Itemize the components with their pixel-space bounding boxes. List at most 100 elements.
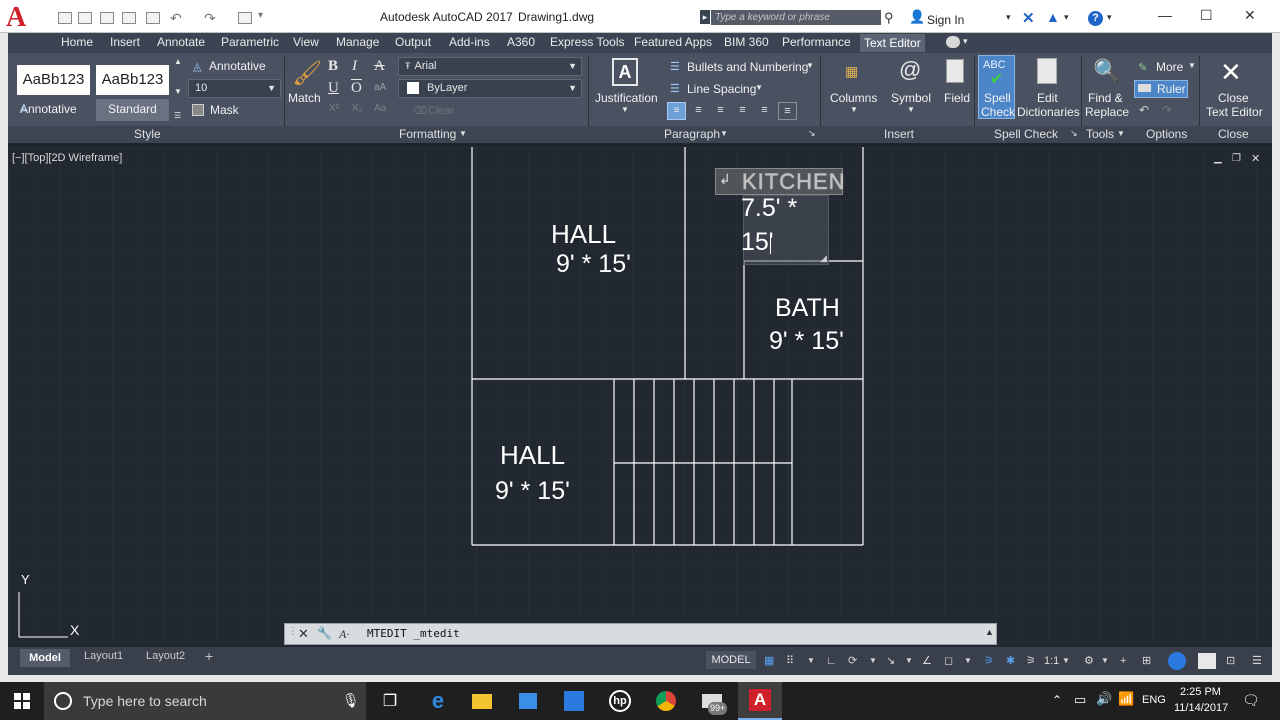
strikethrough-button[interactable]: A	[374, 58, 385, 75]
room-label-hall-bottom[interactable]: HALL	[500, 440, 565, 471]
tab-a360[interactable]: A360	[507, 35, 535, 51]
viewport-restore-icon[interactable]: ❐	[1232, 153, 1241, 164]
customization-menu-icon[interactable]: ☰	[1252, 651, 1262, 671]
clock-time[interactable]: 2:25 PM	[1180, 686, 1221, 698]
redo-icon[interactable]: ↷	[1162, 103, 1172, 117]
line-spacing-button[interactable]: Line Spacing	[687, 82, 756, 96]
find-replace-button[interactable]: Find &	[1088, 91, 1123, 105]
mtext-line-2[interactable]: 15'	[741, 228, 774, 257]
autocad-logo-icon[interactable]: A	[6, 4, 42, 32]
object-snap-tracking-icon[interactable]: ∠	[922, 651, 932, 671]
maximize-button[interactable]: ☐	[1200, 7, 1213, 24]
units-icon[interactable]: ⊞	[1142, 651, 1151, 671]
minimize-button[interactable]: —	[1158, 7, 1172, 23]
annotation-scale-icon[interactable]: ⚞	[1026, 651, 1036, 671]
chevron-down-icon[interactable]: ▾	[1107, 12, 1112, 23]
dialog-launcher-icon[interactable]: ↘	[1070, 128, 1078, 139]
network-icon[interactable]: ▭	[1074, 692, 1086, 708]
store-icon[interactable]	[506, 682, 550, 720]
tab-parametric[interactable]: Parametric	[221, 35, 279, 51]
action-center-icon[interactable]: 🗨	[1242, 692, 1260, 709]
chevron-down-icon[interactable]: ▼	[720, 129, 728, 138]
chevron-down-icon[interactable]: ▾	[1064, 12, 1069, 23]
layout-tab-layout2[interactable]: Layout2	[146, 650, 185, 662]
taskbar-autocad-button[interactable]: A	[738, 682, 782, 720]
room-dims-bath[interactable]: 9' * 15'	[769, 327, 844, 356]
ortho-icon[interactable]: ∟	[826, 651, 837, 671]
viewport-minimize-icon[interactable]: ▁	[1214, 153, 1222, 164]
distribute-icon[interactable]: ≡	[755, 102, 774, 120]
saveas-icon[interactable]	[122, 12, 136, 24]
spell-check-button[interactable]: Spell	[984, 91, 1011, 105]
chevron-down-icon[interactable]: ▾	[963, 36, 968, 47]
task-view-icon[interactable]: ❐	[368, 682, 412, 720]
justify-icon[interactable]: ≡	[733, 102, 752, 120]
chevron-down-icon[interactable]: ▼	[1101, 651, 1109, 671]
model-space-button[interactable]: MODEL	[706, 651, 756, 669]
save-icon[interactable]	[100, 12, 114, 24]
symbol-button[interactable]: Symbol	[891, 91, 931, 105]
hp-icon[interactable]: hp	[598, 682, 642, 720]
tray-overflow-icon[interactable]: ⌃	[1052, 693, 1062, 707]
viewport-close-icon[interactable]: ✕	[1251, 152, 1260, 165]
auto-scale-icon[interactable]: ✱	[1006, 651, 1015, 671]
close-window-button[interactable]: ✕	[1244, 7, 1256, 24]
wifi-icon[interactable]: 📶	[1118, 691, 1134, 707]
clear-button[interactable]: Clear	[428, 105, 454, 117]
open-icon[interactable]	[78, 12, 92, 24]
workspace-gear-icon[interactable]: ⚙	[1084, 651, 1094, 671]
chevron-down-icon[interactable]: ▼	[964, 651, 972, 671]
add-layout-icon[interactable]: +	[205, 648, 213, 664]
annotative-icon[interactable]: ◬	[193, 60, 201, 73]
resize-handle-icon[interactable]: ◢	[820, 253, 827, 264]
group-title-paragraph[interactable]: Paragraph	[664, 127, 720, 141]
language-indicator[interactable]: ENG	[1142, 694, 1166, 706]
chevron-down-icon[interactable]: ▾	[258, 10, 263, 21]
justification-button[interactable]: Justification	[595, 91, 658, 105]
microphone-icon[interactable]: 🎙	[342, 692, 360, 709]
file-explorer-icon[interactable]	[460, 682, 504, 720]
mtext-line-1[interactable]: 7.5' *	[741, 194, 797, 223]
ruler-button[interactable]: Ruler	[1157, 82, 1186, 96]
tab-text-editor[interactable]: Text Editor	[860, 34, 925, 52]
snap-icon[interactable]: ⠿	[786, 651, 794, 671]
search-expand-icon[interactable]: ▸	[700, 10, 710, 24]
chevron-down-icon[interactable]: ▼	[459, 129, 467, 138]
room-dims-hall-top[interactable]: 9' * 15'	[556, 250, 631, 279]
a360-icon[interactable]: ▲	[1046, 9, 1060, 25]
bold-button[interactable]: B	[328, 58, 338, 75]
overline-button[interactable]: O	[351, 80, 362, 97]
taskbar-search-box[interactable]: Type here to search 🎙	[44, 682, 366, 720]
viewport-controls[interactable]: [−][Top][2D Wireframe]	[12, 152, 122, 164]
spell-check-button-line2[interactable]: Check	[981, 105, 1015, 119]
chevron-down-icon[interactable]: ▾	[1006, 12, 1011, 23]
edit-dictionaries-button-line2[interactable]: Dictionaries	[1017, 105, 1080, 119]
binoculars-icon[interactable]: ⚲	[884, 10, 894, 26]
share-icon[interactable]	[238, 12, 252, 24]
polar-icon[interactable]: ⟳	[848, 651, 857, 671]
tab-bim360[interactable]: BIM 360	[724, 35, 769, 51]
style-scroll-down-icon[interactable]: ▼	[174, 87, 182, 96]
style-expand-icon[interactable]: ☰	[174, 111, 181, 120]
close-text-editor-button[interactable]: Close	[1218, 91, 1249, 105]
tab-home[interactable]: Home	[61, 35, 93, 51]
close-text-editor-button-line2[interactable]: Text Editor	[1206, 105, 1263, 119]
paragraph-settings-icon[interactable]: ≡	[778, 102, 797, 120]
tab-featured-apps[interactable]: Featured Apps	[634, 35, 712, 51]
hardware-acceleration-icon[interactable]	[1198, 653, 1216, 669]
italic-button[interactable]: I	[352, 58, 357, 75]
command-close-icon[interactable]: ✕	[298, 626, 309, 642]
command-history-icon[interactable]: ▲	[985, 627, 994, 637]
room-dims-hall-bottom[interactable]: 9' * 15'	[495, 477, 570, 506]
tab-annotate[interactable]: Annotate	[157, 35, 205, 51]
find-replace-button-line2[interactable]: Replace	[1085, 105, 1129, 119]
field-button[interactable]: Field	[944, 91, 970, 105]
style-scroll-up-icon[interactable]: ▲	[174, 57, 182, 66]
search-input[interactable]: Type a keyword or phrase	[711, 10, 881, 25]
bullets-numbering-button[interactable]: Bullets and Numbering	[687, 60, 808, 74]
tab-express-tools[interactable]: Express Tools	[550, 35, 624, 51]
chrome-icon[interactable]	[644, 682, 688, 720]
object-snap-icon[interactable]: ◻	[944, 651, 953, 671]
annotation-monitor-icon[interactable]: +	[1120, 651, 1126, 671]
more-button[interactable]: More	[1156, 60, 1183, 74]
